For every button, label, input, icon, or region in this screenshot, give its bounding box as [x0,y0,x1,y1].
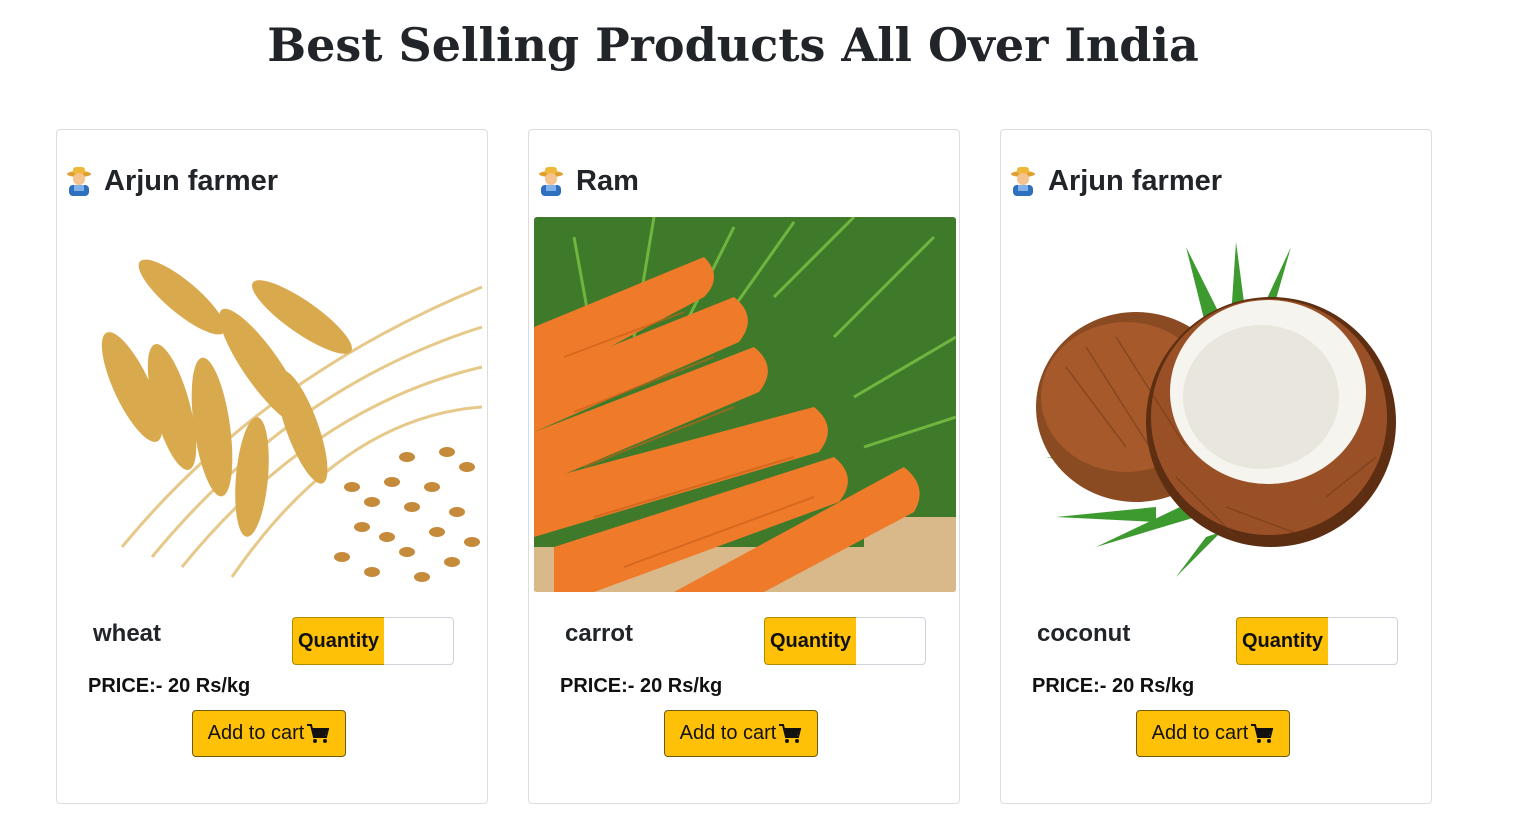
card-header: Ram [537,163,639,199]
add-to-cart-label: Add to cart [679,722,777,744]
add-to-cart-button[interactable]: Add to cart [664,710,818,757]
quantity-label: Quantity [1236,617,1328,665]
shopping-cart-icon [307,723,330,743]
product-image-wheat [62,217,484,592]
farmer-name: Arjun farmer [104,164,279,197]
quantity-input[interactable] [1328,617,1398,665]
farmer-icon [539,167,563,196]
shopping-cart-icon [1251,723,1274,743]
product-name: carrot [565,620,634,647]
card-header: Arjun farmer [65,163,278,199]
add-to-cart-button[interactable]: Add to cart [1136,710,1290,757]
product-name: coconut [1037,620,1131,647]
farmer-icon [1011,167,1035,196]
add-to-cart-button[interactable]: Add to cart [192,710,346,757]
product-name: wheat [93,620,162,647]
farmer-icon [67,167,91,196]
quantity-input[interactable] [856,617,926,665]
farmer-name: Ram [576,164,639,197]
price-label: PRICE:- 20 Rs/kg [1032,675,1195,697]
product-card: Arjun farmer [56,129,488,804]
product-card: Ram carrot Quantity PRICE:- 20 Rs/kg Add… [528,129,960,804]
quantity-group: Quantity [292,617,454,665]
product-image-carrot [534,217,956,592]
product-image-coconut [1006,217,1428,592]
product-card-list: Arjun farmer wheat Quantity PRICE:- 20 R… [56,129,1436,806]
quantity-input[interactable] [384,617,454,665]
price-label: PRICE:- 20 Rs/kg [88,675,251,697]
add-to-cart-label: Add to cart [207,722,305,744]
product-card: Arjun farmer [1000,129,1432,804]
farmer-name: Arjun farmer [1048,164,1223,197]
add-to-cart-label: Add to cart [1151,722,1249,744]
page-title: Best Selling Products All Over India [267,18,1199,72]
price-label: PRICE:- 20 Rs/kg [560,675,723,697]
shopping-cart-icon [779,723,802,743]
quantity-label: Quantity [764,617,856,665]
quantity-group: Quantity [1236,617,1398,665]
quantity-group: Quantity [764,617,926,665]
quantity-label: Quantity [292,617,384,665]
card-header: Arjun farmer [1009,163,1222,199]
